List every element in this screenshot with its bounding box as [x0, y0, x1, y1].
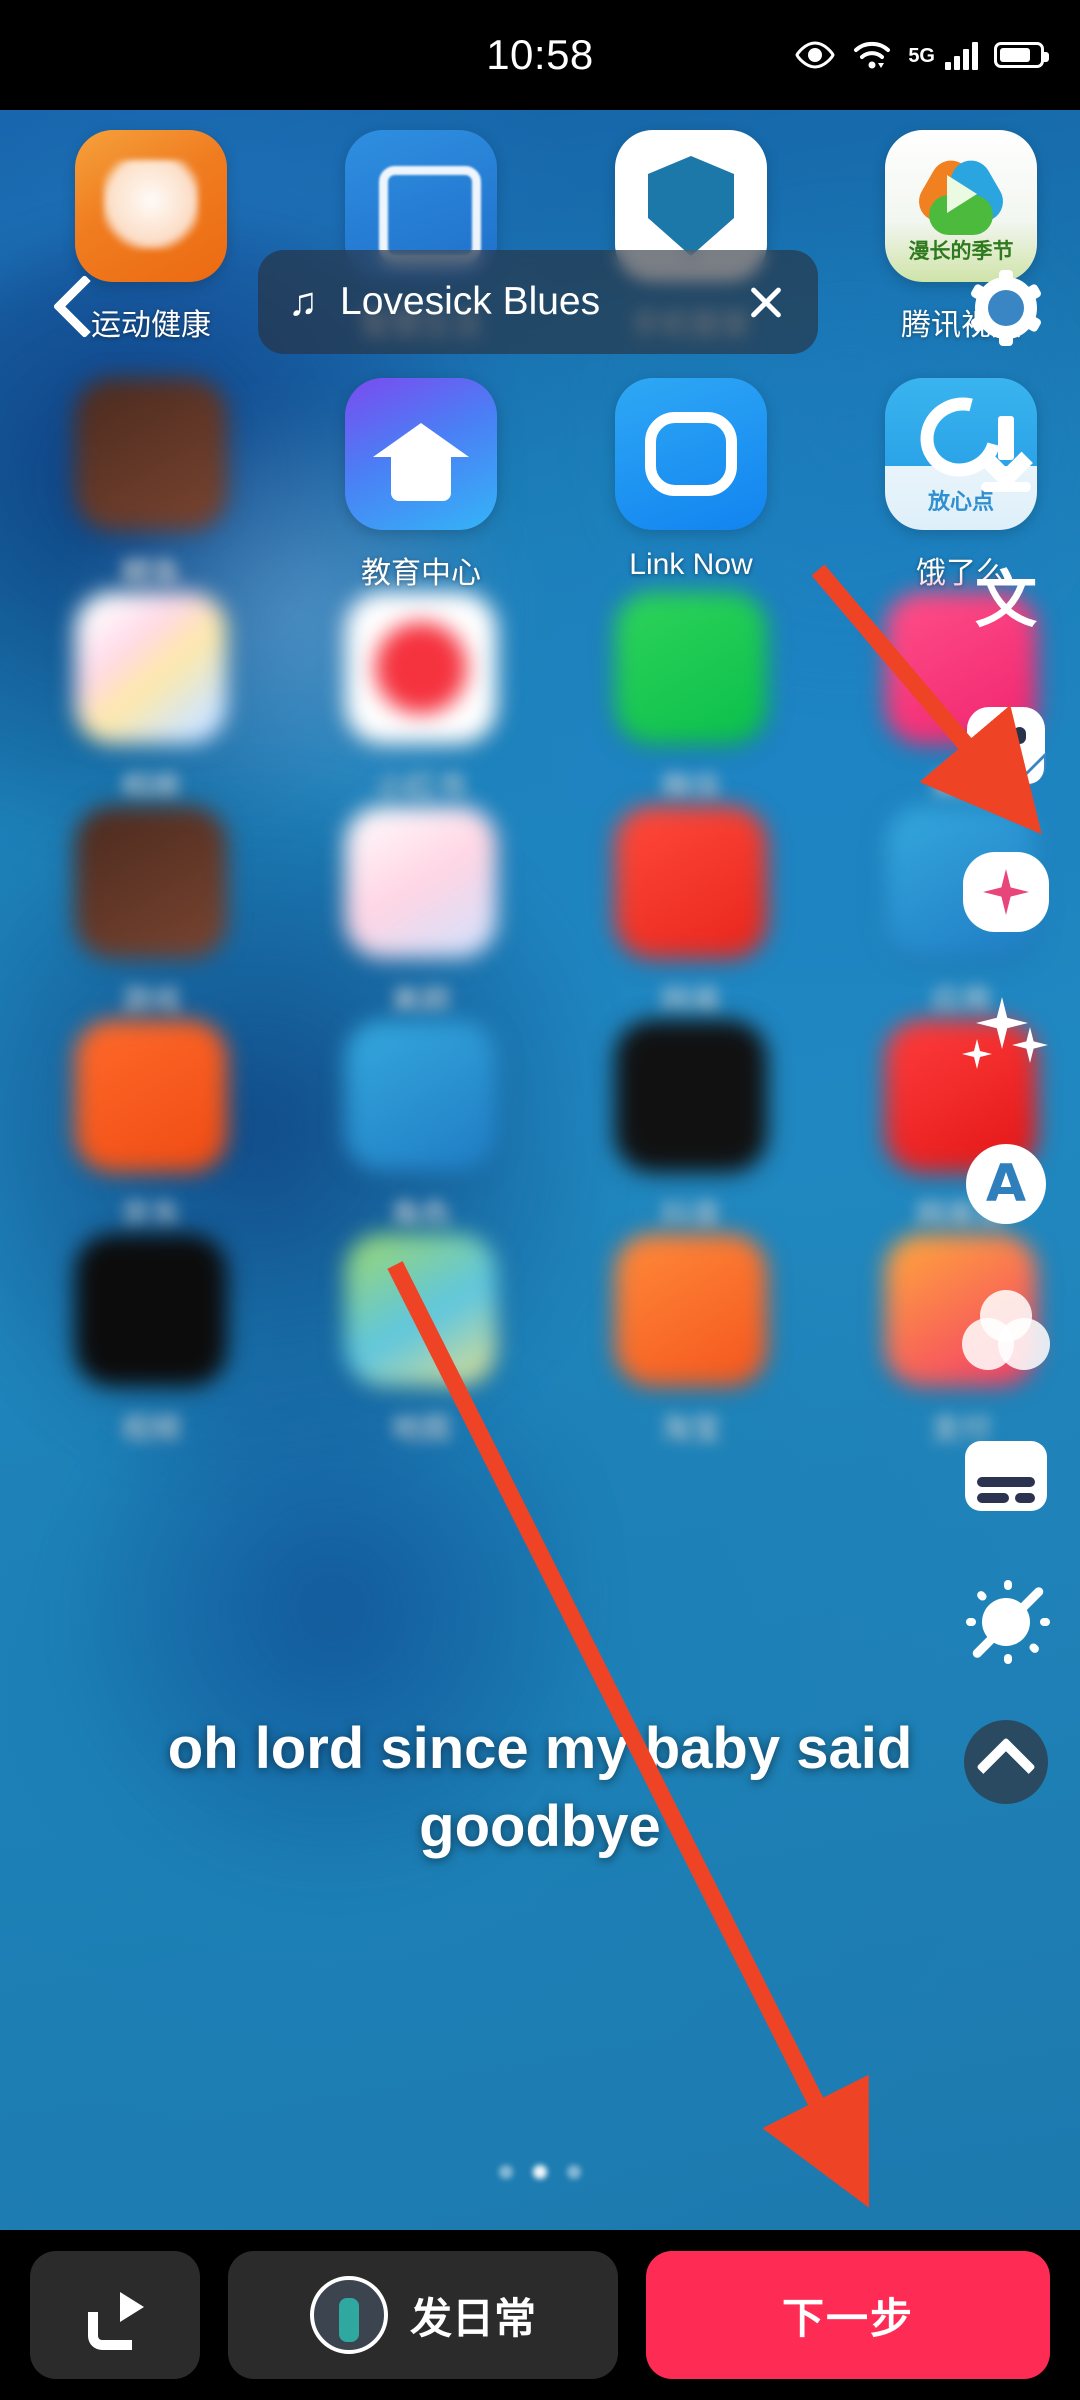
- page-dot[interactable]: [533, 2165, 547, 2179]
- sun-ray: [1027, 1641, 1041, 1655]
- app-icon-art: [75, 592, 227, 744]
- sun-ray: [1040, 1618, 1050, 1626]
- lyric-line-1: oh lord since my baby said: [167, 1716, 913, 1781]
- signal-bars-icon: [945, 40, 978, 70]
- app-icon-art: [615, 592, 767, 744]
- editor-tool-rail: 文 A: [958, 260, 1054, 1804]
- avatar: [309, 2276, 388, 2354]
- play-icon: [911, 147, 1011, 235]
- status-bar-icons: 5G: [794, 39, 1049, 71]
- eye-care-icon: [794, 41, 836, 69]
- app-label: 微信: [661, 771, 721, 804]
- now-playing-title: Lovesick Blues: [340, 280, 601, 323]
- app-label: 角色: [391, 1199, 451, 1232]
- wifi-icon: [852, 39, 892, 71]
- app-icon-cell[interactable]: 地图: [286, 1234, 556, 1448]
- app-label: 相册: [121, 771, 181, 804]
- beauty-icon[interactable]: [958, 844, 1054, 940]
- app-icon-cell[interactable]: 京东: [16, 1020, 286, 1234]
- app-icon-cell[interactable]: 网易: [556, 806, 826, 1020]
- app-icon-art: [345, 1020, 497, 1172]
- app-icon-cell[interactable]: 教育中心: [286, 378, 556, 592]
- app-label: 美颜: [391, 985, 451, 1018]
- back-button[interactable]: [40, 270, 116, 346]
- app-icon-cell[interactable]: 角色: [286, 1020, 556, 1234]
- app-icon-cell[interactable]: 抖音: [556, 1020, 826, 1234]
- app-label: 游戏: [121, 985, 181, 1018]
- app-icon-cell[interactable]: 微信: [556, 592, 826, 806]
- app-icon-art: [75, 806, 227, 958]
- app-label: 视频: [121, 1413, 181, 1446]
- app-icon-art: [615, 1020, 767, 1172]
- text-cn-icon[interactable]: 文: [958, 552, 1054, 648]
- lyric-overlay[interactable]: oh lord since my baby said goodbye: [70, 1710, 1010, 1867]
- chat-bubble-icon: [645, 412, 737, 496]
- lyric-line-2: goodbye: [419, 1794, 661, 1860]
- app-icon-art: [75, 1020, 227, 1172]
- 5g-label: 5G: [908, 45, 935, 67]
- app-icon-cell[interactable]: 视频: [16, 1234, 286, 1448]
- app-label: 网易: [661, 985, 721, 1018]
- app-icon-cell[interactable]: 游戏: [16, 806, 286, 1020]
- sparkles-icon[interactable]: [958, 990, 1054, 1086]
- app-icon-cell[interactable]: 淘宝: [556, 1234, 826, 1448]
- app-icon-art: [345, 592, 497, 744]
- filters-icon[interactable]: [958, 1282, 1054, 1378]
- sun-ray: [1004, 1654, 1012, 1664]
- app-icon-art: [75, 130, 227, 282]
- collapse-icon[interactable]: [964, 1720, 1048, 1804]
- app-label: 抖音: [661, 1199, 721, 1232]
- app-icon-cell[interactable]: 小红书: [286, 592, 556, 806]
- app-icon-art: [345, 806, 497, 958]
- text-style-icon[interactable]: A: [958, 1136, 1054, 1232]
- video-preview-canvas[interactable]: 运动健康智慧生活手机管家漫长的季节腾讯视频鲤鱼教育中心Link Now放心点饿了…: [0, 110, 1080, 2230]
- app-label: 教育中心: [361, 557, 481, 590]
- sticker-icon[interactable]: [958, 698, 1054, 794]
- sun-ray: [966, 1618, 976, 1626]
- next-button-label: 下一步: [781, 2294, 914, 2342]
- share-button[interactable]: [30, 2251, 200, 2379]
- home-screen-app-grid: 运动健康智慧生活手机管家漫长的季节腾讯视频鲤鱼教育中心Link Now放心点饿了…: [0, 110, 1080, 2230]
- app-icon-art: [75, 378, 227, 530]
- gear-icon[interactable]: [958, 260, 1054, 356]
- app-label: 京东: [121, 1199, 181, 1232]
- app-icon-cell[interactable]: 美颜: [286, 806, 556, 1020]
- sun-ray: [975, 1589, 989, 1603]
- sun-ray: [1004, 1580, 1012, 1590]
- now-playing-bar[interactable]: ♫ Lovesick Blues: [258, 250, 818, 354]
- app-icon-art: [345, 1234, 497, 1386]
- app-icon-art: [615, 1234, 767, 1386]
- battery-icon: [994, 42, 1049, 68]
- shield-icon: [648, 156, 734, 256]
- app-icon-cell[interactable]: 鲤鱼: [16, 378, 286, 592]
- app-icon-cell[interactable]: Link Now: [556, 378, 826, 582]
- captions-icon[interactable]: [958, 1428, 1054, 1524]
- post-daily-label: 发日常: [409, 2294, 536, 2342]
- graduation-cap-icon: [373, 423, 469, 501]
- bottom-action-bar: 发日常 下一步: [0, 2230, 1080, 2400]
- app-label: 鲤鱼: [121, 557, 181, 590]
- app-label: 小红书: [376, 771, 466, 804]
- download-icon[interactable]: [958, 406, 1054, 502]
- page-indicator: [0, 2165, 1080, 2179]
- app-icon-art: [75, 1234, 227, 1386]
- app-label: Link Now: [629, 548, 753, 581]
- app-icon-cell[interactable]: 相册: [16, 592, 286, 806]
- page-dot[interactable]: [499, 2165, 513, 2179]
- status-bar: 10:58 5G: [0, 0, 1080, 110]
- phone-screen: 10:58 5G 运动健康智慧生活手机管家漫长的季节腾讯视频鲤: [0, 0, 1080, 2400]
- next-button[interactable]: 下一步: [646, 2251, 1050, 2379]
- app-label: 地图: [391, 1413, 451, 1446]
- close-icon[interactable]: [742, 279, 788, 325]
- app-icon-art: [615, 806, 767, 958]
- post-daily-button[interactable]: 发日常: [228, 2251, 618, 2379]
- app-icon-art: [615, 378, 767, 530]
- page-dot[interactable]: [567, 2165, 581, 2179]
- share-arrow-icon: [86, 2286, 144, 2350]
- app-label: 淘宝: [661, 1413, 721, 1446]
- auto-enhance-off-icon[interactable]: [958, 1574, 1054, 1670]
- app-icon-art: [345, 378, 497, 530]
- music-note-icon: ♫: [288, 280, 318, 324]
